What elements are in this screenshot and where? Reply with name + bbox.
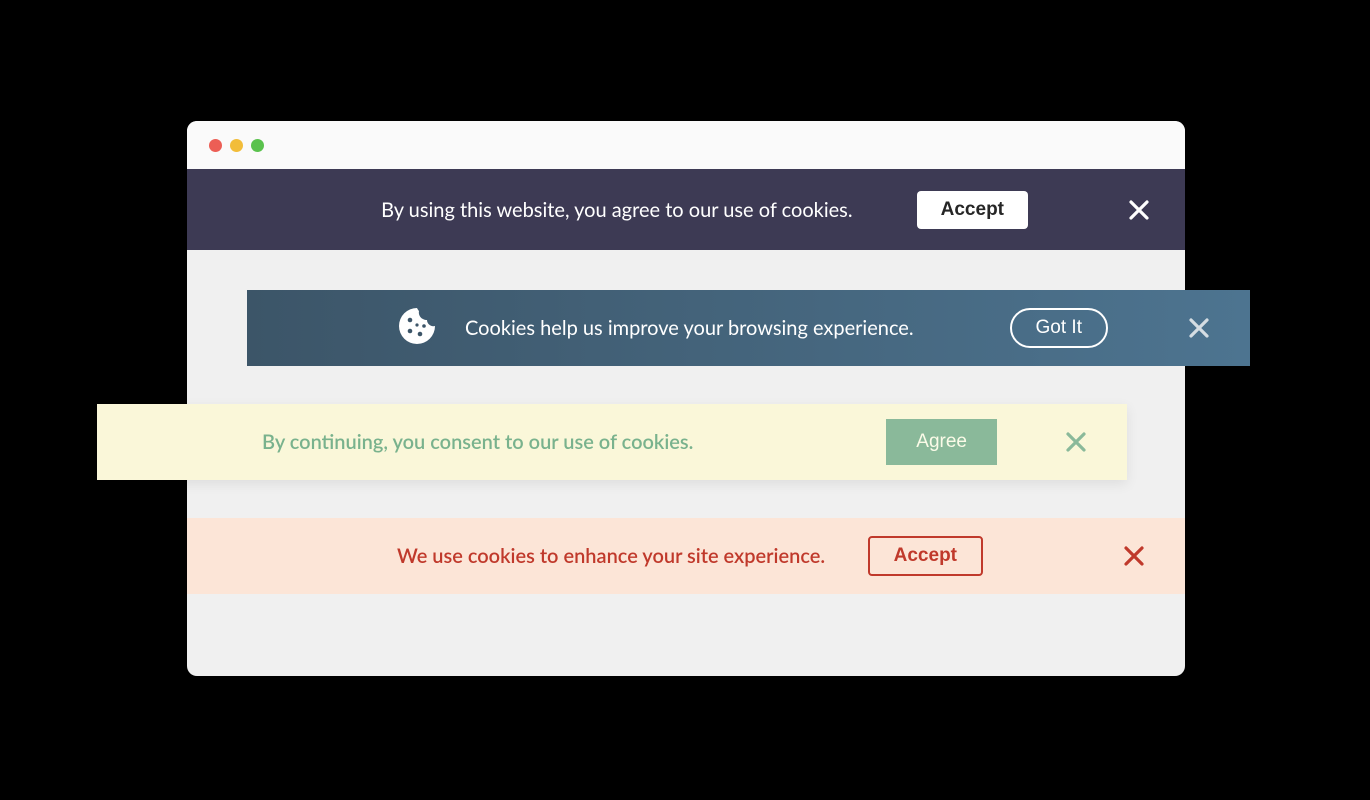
accept-button[interactable]: Accept xyxy=(917,191,1028,229)
window-titlebar xyxy=(187,121,1185,169)
cookie-banner-1: By using this website, you agree to our … xyxy=(187,169,1185,250)
cookie-icon xyxy=(397,306,437,351)
cookie-banner-4: We use cookies to enhance your site expe… xyxy=(187,518,1185,594)
close-icon[interactable] xyxy=(1188,317,1210,339)
cookie-banner-4-message: We use cookies to enhance your site expe… xyxy=(397,544,868,568)
cookie-banner-1-message: By using this website, you agree to our … xyxy=(187,198,917,222)
close-icon[interactable] xyxy=(1128,199,1150,221)
accept-button[interactable]: Accept xyxy=(868,536,983,576)
window-minimize-dot[interactable] xyxy=(230,139,243,152)
cookie-banner-3-message: By continuing, you consent to our use of… xyxy=(262,430,886,454)
agree-button[interactable]: Agree xyxy=(886,419,997,465)
cookie-banner-2: Cookies help us improve your browsing ex… xyxy=(247,290,1250,366)
window-maximize-dot[interactable] xyxy=(251,139,264,152)
window-close-dot[interactable] xyxy=(209,139,222,152)
browser-window: By using this website, you agree to our … xyxy=(187,121,1185,676)
close-icon[interactable] xyxy=(1065,431,1087,453)
cookie-banner-2-message: Cookies help us improve your browsing ex… xyxy=(465,316,1010,340)
got-it-button[interactable]: Got It xyxy=(1010,308,1108,348)
cookie-banner-3: By continuing, you consent to our use of… xyxy=(97,404,1127,480)
close-icon[interactable] xyxy=(1123,545,1145,567)
